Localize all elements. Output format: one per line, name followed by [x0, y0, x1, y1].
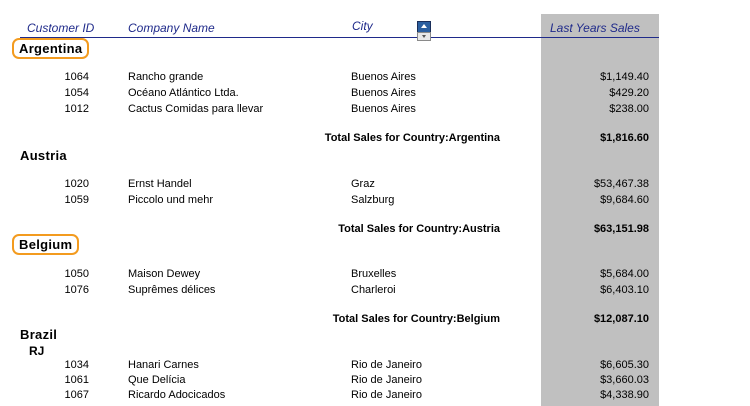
total-label: Total Sales for Country:Austria [338, 223, 500, 235]
last-years-sales: $3,660.03 [600, 374, 649, 386]
customer-id: 1012 [64, 103, 89, 115]
company-name: Ricardo Adocicados [128, 389, 226, 401]
table-row[interactable]: 1012 Cactus Comidas para llevar Buenos A… [0, 103, 750, 118]
region-group-rj[interactable]: RJ [29, 344, 44, 358]
city: Buenos Aires [351, 87, 416, 99]
table-row[interactable]: 1076 Suprêmes délices Charleroi $6,403.1… [0, 284, 750, 299]
customer-id: 1067 [64, 389, 89, 401]
country-group-austria[interactable]: Austria [20, 148, 67, 163]
table-row[interactable]: 1034 Hanari Carnes Rio de Janeiro $6,605… [0, 359, 750, 374]
company-name: Que Delícia [128, 374, 186, 386]
table-row[interactable]: 1050 Maison Dewey Bruxelles $5,684.00 [0, 268, 750, 283]
sort-scroll-control[interactable] [417, 21, 431, 41]
total-label: Total Sales for Country:Belgium [332, 313, 500, 325]
total-amount: $63,151.98 [593, 223, 649, 235]
last-years-sales: $4,338.90 [600, 389, 649, 401]
city: Buenos Aires [351, 103, 416, 115]
customer-id: 1050 [64, 268, 89, 280]
table-row[interactable]: 1020 Ernst Handel Graz $53,467.38 [0, 178, 750, 193]
city: Rio de Janeiro [351, 389, 422, 401]
scroll-down-arrow-icon[interactable] [417, 32, 431, 41]
company-name: Maison Dewey [128, 268, 201, 280]
country-group-brazil[interactable]: Brazil [20, 327, 57, 342]
header-company-name[interactable]: Company Name [128, 21, 215, 35]
table-row[interactable]: 1067 Ricardo Adocicados Rio de Janeiro $… [0, 389, 750, 404]
table-row[interactable]: 1054 Océano Atlántico Ltda. Buenos Aires… [0, 87, 750, 102]
company-name: Piccolo und mehr [128, 194, 213, 206]
last-years-sales: $6,605.30 [600, 359, 649, 371]
header-last-years-sales[interactable]: Last Years Sales [550, 21, 640, 35]
company-name: Ernst Handel [128, 178, 192, 190]
city: Salzburg [351, 194, 395, 206]
customer-id: 1061 [64, 374, 89, 386]
table-row[interactable]: 1059 Piccolo und mehr Salzburg $9,684.60 [0, 194, 750, 209]
city: Graz [351, 178, 375, 190]
table-row[interactable]: 1064 Rancho grande Buenos Aires $1,149.4… [0, 71, 750, 86]
company-name: Hanari Carnes [128, 359, 199, 371]
company-name: Rancho grande [128, 71, 204, 83]
customer-id: 1054 [64, 87, 89, 99]
city: Buenos Aires [351, 71, 416, 83]
customer-id: 1064 [64, 71, 89, 83]
company-name: Océano Atlántico Ltda. [128, 87, 239, 99]
customer-id: 1034 [64, 359, 89, 371]
company-name: Cactus Comidas para llevar [128, 103, 264, 115]
last-years-sales: $53,467.38 [593, 178, 649, 190]
customer-id: 1076 [64, 284, 89, 296]
last-years-sales: $238.00 [609, 103, 649, 115]
table-row[interactable]: 1061 Que Delícia Rio de Janeiro $3,660.0… [0, 374, 750, 389]
customer-id: 1020 [64, 178, 89, 190]
city: Rio de Janeiro [351, 374, 422, 386]
total-label: Total Sales for Country:Argentina [324, 132, 500, 144]
last-years-sales: $1,149.40 [600, 71, 649, 83]
company-name: Suprêmes délices [128, 284, 216, 296]
last-years-sales: $9,684.60 [600, 194, 649, 206]
city: Bruxelles [351, 268, 397, 280]
last-years-sales: $429.20 [609, 87, 649, 99]
country-group-belgium[interactable]: Belgium [12, 234, 80, 255]
header-customer-id[interactable]: Customer ID [27, 21, 94, 35]
header-city[interactable]: City [352, 19, 373, 33]
city: Charleroi [351, 284, 396, 296]
header-divider [20, 37, 659, 38]
city: Rio de Janeiro [351, 359, 422, 371]
last-years-sales: $6,403.10 [600, 284, 649, 296]
customer-id: 1059 [64, 194, 89, 206]
country-group-argentina[interactable]: Argentina [12, 38, 90, 59]
total-amount: $12,087.10 [593, 313, 649, 325]
last-years-sales: $5,684.00 [600, 268, 649, 280]
total-amount: $1,816.60 [600, 132, 649, 144]
